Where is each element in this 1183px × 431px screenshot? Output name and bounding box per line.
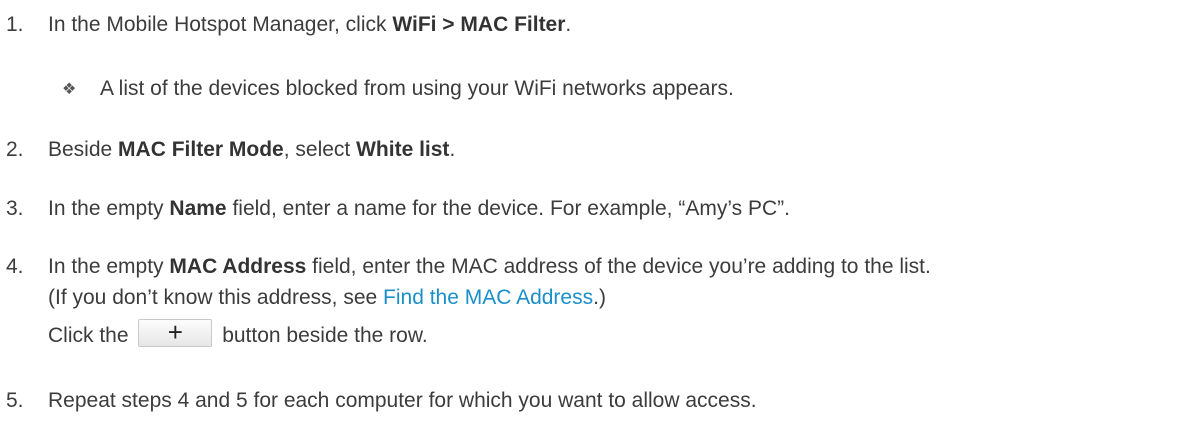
step-text-bold: Name [169,197,227,220]
step-text-pre: Beside [48,138,119,161]
step-number: 2. [6,138,24,161]
add-row-button[interactable]: + [138,319,213,348]
step-number: 1. [6,13,24,36]
step-number: 4. [6,255,24,278]
step-number: 3. [6,197,24,220]
step-text: In the empty MAC Address field, enter th… [48,254,931,280]
step-text-pre: In the empty [48,197,170,220]
step-text: In the empty Name field, enter a name fo… [48,196,790,222]
step-text-post: .) [593,286,606,309]
step-text: Click the + button beside the row. [48,319,428,349]
step-text-pre: (If you don’t know this address, see [48,286,384,309]
step-text-bold: MAC Address [169,255,307,278]
step-text-pre: In the Mobile Hotspot Manager, click [48,13,393,36]
step-text: (If you don’t know this address, see Fin… [48,285,606,311]
find-mac-address-link[interactable]: Find the MAC Address [383,286,593,309]
note-text: A list of the devices blocked from using… [100,77,734,100]
step-text: Repeat steps 4 and 5 for each computer f… [48,389,757,412]
step-text: In the Mobile Hotspot Manager, click WiF… [48,12,571,38]
step-text-bold: MAC Filter Mode [118,138,284,161]
step-text: Beside MAC Filter Mode, select White lis… [48,137,455,163]
step-text-post: . [565,13,572,36]
step-text-pre: In the empty [48,255,170,278]
step-text-bold-2: White list [356,138,450,161]
step-text-bold: WiFi > MAC Filter [392,13,566,36]
step-number: 5. [6,389,24,412]
step-text-mid: , select [283,138,357,161]
step-text-post: button beside the row. [216,324,428,347]
step-text-post: . [449,138,456,161]
step-text-pre: Click the [48,324,135,347]
diamond-bullet-icon: ❖ [62,81,77,98]
step-text-post: field, enter the MAC address of the devi… [306,255,931,278]
step-text-post: field, enter a name for the device. For … [226,197,790,220]
